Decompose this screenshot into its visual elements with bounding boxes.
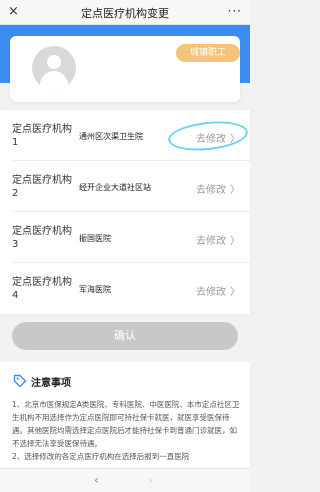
chevron-right-icon: 〉 bbox=[230, 287, 240, 298]
institution-name: 经开企业大道社区站 bbox=[79, 183, 151, 192]
institution-row-2[interactable]: 定点医疗机构2 经开企业大道社区站 去修改 〉 bbox=[0, 161, 250, 212]
forward-icon[interactable]: › bbox=[148, 473, 153, 487]
institution-label: 定点医疗机构4 bbox=[12, 277, 72, 301]
institution-label: 定点医疗机构2 bbox=[12, 175, 72, 199]
insurance-type-badge: 城镇职工 bbox=[176, 44, 240, 62]
modify-link[interactable]: 去修改 bbox=[196, 232, 226, 247]
profile-card: 城镇职工 bbox=[10, 36, 240, 102]
more-icon[interactable]: ··· bbox=[228, 3, 242, 19]
title-bar: × 定点医疗机构变更 ··· bbox=[0, 0, 250, 25]
institution-name: 振国医院 bbox=[79, 234, 111, 243]
modify-link[interactable]: 去修改 bbox=[196, 181, 226, 196]
institution-row-4[interactable]: 定点医疗机构4 军海医院 去修改 〉 bbox=[0, 263, 250, 314]
institution-label: 定点医疗机构3 bbox=[12, 226, 72, 250]
back-icon[interactable]: ‹ bbox=[94, 473, 99, 487]
notes-text: 1、北京市医保规定A类医院、专科医院、中医医院、本市定点社区卫生机构不用选择作为… bbox=[12, 400, 240, 460]
page-title: 定点医疗机构变更 bbox=[81, 7, 169, 20]
chevron-right-icon: 〉 bbox=[230, 185, 240, 196]
institution-name: 军海医院 bbox=[79, 285, 111, 294]
institution-label: 定点医疗机构1 bbox=[12, 124, 72, 148]
bottom-nav-bar: ‹ › bbox=[0, 468, 250, 492]
institution-row-3[interactable]: 定点医疗机构3 振国医院 去修改 〉 bbox=[0, 212, 250, 263]
institution-name: 通州区次渠卫生院 bbox=[79, 132, 143, 141]
avatar bbox=[32, 46, 76, 90]
notes-section: 注意事项 1、北京市医保规定A类医院、专科医院、中医医院、本市定点社区卫生机构不… bbox=[0, 362, 250, 470]
tag-icon bbox=[13, 374, 27, 388]
notes-title: 注意事项 bbox=[31, 378, 71, 389]
modify-link[interactable]: 去修改 bbox=[196, 283, 226, 298]
chevron-right-icon: 〉 bbox=[230, 236, 240, 247]
confirm-button[interactable]: 确认 bbox=[12, 322, 238, 350]
